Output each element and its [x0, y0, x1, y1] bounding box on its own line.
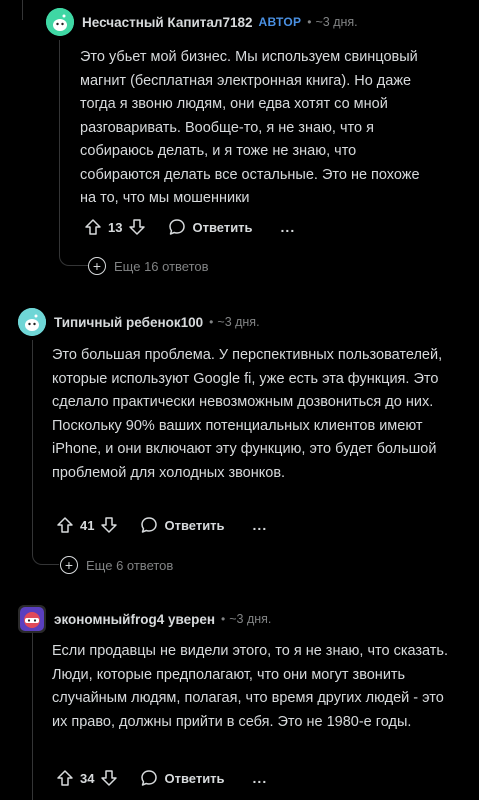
- downvote-button[interactable]: [100, 769, 118, 787]
- vote-count: 41: [80, 517, 95, 533]
- time-value: 3 дня.: [322, 15, 358, 29]
- upvote-arrow-icon: [57, 770, 73, 786]
- more-replies-link[interactable]: + Еще 16 ответов: [88, 257, 209, 275]
- avatar[interactable]: [18, 308, 46, 336]
- downvote-button[interactable]: [100, 516, 118, 534]
- comment-body: Если продавцы не видели этого, то я не з…: [52, 643, 449, 730]
- more-replies-link[interactable]: + Еще 6 ответов: [60, 556, 173, 574]
- username[interactable]: Типичный ребенок100: [54, 315, 203, 330]
- thread-line: [22, 0, 23, 20]
- snoo-avatar-icon: [46, 8, 74, 36]
- op-badge: АВТОР: [258, 15, 302, 29]
- more-options-button[interactable]: ...: [253, 517, 268, 533]
- reply-button[interactable]: Ответить: [140, 516, 225, 534]
- comment-header: Несчастный Капитал7182 АВТОР • ~3 дня.: [46, 8, 358, 36]
- time-prefix: ~: [217, 315, 225, 329]
- comment-header: экономныйfrog4 уверен • ~3 дня.: [18, 605, 271, 633]
- reply-button[interactable]: Ответить: [140, 769, 225, 787]
- downvote-arrow-icon: [129, 219, 146, 235]
- timestamp: ~3 дня.: [315, 15, 357, 29]
- avatar[interactable]: [18, 605, 46, 633]
- reply-button[interactable]: Ответить: [168, 218, 253, 236]
- comment-actions: 34 Ответить ...: [56, 769, 267, 787]
- username[interactable]: экономныйfrog4 уверен: [54, 612, 215, 627]
- avatar[interactable]: [46, 8, 74, 36]
- comment-actions: 41 Ответить ...: [56, 516, 267, 534]
- thread-connector: [32, 540, 59, 565]
- upvote-button[interactable]: [84, 218, 102, 236]
- plus-circle-icon: +: [60, 556, 78, 574]
- comment-body: Это большая проблема. У перспективных по…: [52, 347, 443, 481]
- time-prefix: ~: [315, 15, 323, 29]
- more-replies-label: Еще 6 ответов: [86, 557, 174, 573]
- upvote-arrow-icon: [57, 517, 73, 533]
- timestamp: ~3 дня.: [229, 612, 271, 626]
- separator: •: [221, 612, 226, 626]
- comment-body: Это убьет мой бизнес. Мы используем свин…: [80, 49, 420, 206]
- speech-bubble-icon: [141, 770, 158, 786]
- downvote-arrow-icon: [101, 517, 118, 533]
- upvote-arrow-icon: [85, 219, 101, 235]
- vote-count: 34: [80, 770, 95, 786]
- speech-bubble-icon: [141, 517, 158, 533]
- thread-line: [32, 340, 33, 548]
- comment-actions: 13 Ответить ...: [84, 218, 295, 236]
- more-options-button[interactable]: ...: [281, 219, 296, 235]
- downvote-arrow-icon: [101, 770, 118, 786]
- username[interactable]: Несчастный Капитал7182: [82, 15, 253, 30]
- reply-label: Ответить: [192, 219, 253, 235]
- thread-connector: [59, 245, 88, 266]
- time-value: 3 дня.: [224, 315, 260, 329]
- downvote-button[interactable]: [128, 218, 146, 236]
- vote-count: 13: [108, 219, 123, 235]
- time-value: 3 дня.: [236, 612, 272, 626]
- timestamp: ~3 дня.: [217, 315, 259, 329]
- upvote-button[interactable]: [56, 516, 74, 534]
- upvote-button[interactable]: [56, 769, 74, 787]
- more-options-button[interactable]: ...: [253, 770, 268, 786]
- time-prefix: ~: [229, 612, 237, 626]
- plus-circle-icon: +: [88, 257, 106, 275]
- thread-line: [59, 40, 60, 250]
- snoo-avatar-icon: [18, 308, 46, 336]
- speech-bubble-icon: [169, 219, 186, 235]
- more-replies-label: Еще 16 ответов: [114, 258, 209, 274]
- reply-label: Ответить: [164, 770, 225, 786]
- reply-label: Ответить: [164, 517, 225, 533]
- separator: •: [307, 15, 312, 29]
- separator: •: [209, 315, 214, 329]
- comment-header: Типичный ребенок100 • ~3 дня.: [18, 308, 260, 336]
- snoo-avatar-icon: [20, 607, 44, 631]
- thread-line: [32, 632, 33, 800]
